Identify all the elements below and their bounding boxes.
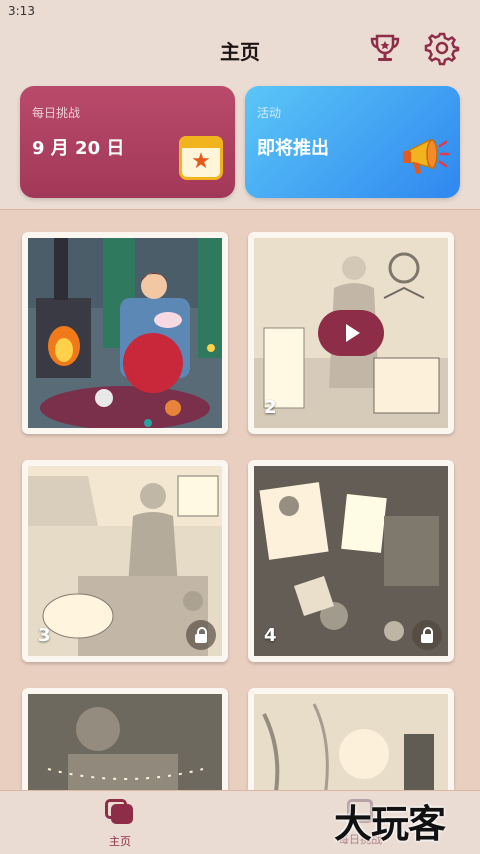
event-status: 即将推出 (257, 138, 329, 159)
event-card[interactable]: 活动 即将推出 (245, 86, 460, 198)
watermark: 大玩客 (334, 802, 446, 846)
event-label: 活动 (257, 106, 282, 120)
gear-icon (424, 32, 460, 66)
nav-home-label: 主页 (109, 835, 131, 848)
level-card-1[interactable] (22, 232, 228, 434)
page-title: 主页 (220, 40, 260, 64)
level-card-3[interactable]: 3 (22, 460, 228, 662)
trophy-icon (370, 34, 400, 61)
level-number: 4 (264, 625, 277, 646)
play-video-button[interactable] (318, 310, 384, 356)
level-card-4[interactable]: 4 (248, 460, 454, 662)
daily-challenge-label: 每日挑战 (32, 106, 81, 120)
nav-home[interactable]: 主页 (60, 799, 180, 849)
level-number: 3 (38, 625, 51, 646)
level-artwork (28, 694, 222, 790)
play-icon (346, 324, 360, 342)
trophy-button[interactable] (367, 30, 403, 66)
daily-challenge-card[interactable]: 每日挑战 9 月 20 日 ★ (20, 86, 235, 198)
lock-icon (186, 620, 216, 650)
level-artwork (254, 694, 448, 790)
home-icon (105, 799, 135, 825)
lock-icon (412, 620, 442, 650)
level-card-6[interactable] (248, 688, 454, 790)
level-artwork (28, 238, 222, 428)
daily-challenge-date: 9 月 20 日 (32, 138, 125, 159)
status-bar: 3:13 (0, 0, 480, 24)
calendar-star-icon: ★ (179, 136, 223, 180)
level-card-5[interactable] (22, 688, 228, 790)
settings-button[interactable] (424, 30, 460, 66)
level-grid: 2 3 4 (0, 210, 480, 790)
level-card-2[interactable]: 2 (248, 232, 454, 434)
header: 主页 每日挑战 9 月 20 日 ★ 活动 即将推出 (0, 24, 480, 210)
status-time: 3:13 (8, 4, 35, 18)
megaphone-icon (403, 138, 450, 174)
level-number: 2 (264, 397, 277, 418)
